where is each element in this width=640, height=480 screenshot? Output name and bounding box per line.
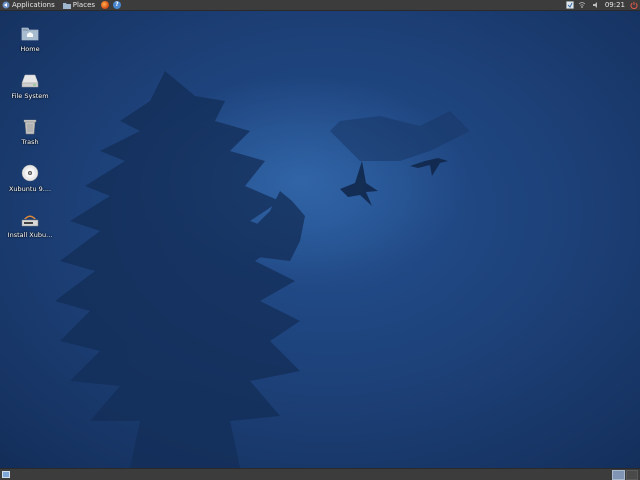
desktop-icon-trash[interactable]: Trash: [0, 117, 60, 146]
desktop-icon-label: Xubuntu 9....: [8, 185, 52, 193]
help-icon[interactable]: ?: [113, 1, 122, 9]
top-panel: Applications Places ? 09:21: [0, 0, 640, 11]
applications-menu-button[interactable]: Applications: [0, 0, 57, 11]
show-desktop-button[interactable]: [2, 471, 10, 478]
workspace-switcher-2[interactable]: [626, 470, 638, 480]
firefox-icon[interactable]: [101, 1, 110, 9]
applications-menu-label: Applications: [12, 1, 55, 9]
network-wireless-icon[interactable]: [578, 1, 586, 9]
wallpaper-tree-silhouette: [55, 71, 470, 468]
bottom-panel: [0, 468, 640, 480]
folder-icon: [62, 2, 71, 9]
desktop-icon-label: Trash: [21, 138, 39, 146]
trash-icon: [21, 117, 39, 135]
places-menu-button[interactable]: Places: [57, 0, 97, 11]
cd-icon: [21, 164, 39, 182]
installer-icon: [21, 210, 39, 228]
system-tray: 09:21: [564, 0, 640, 11]
power-icon[interactable]: [630, 1, 638, 9]
volume-icon[interactable]: [592, 1, 600, 9]
places-menu-label: Places: [72, 1, 96, 9]
folder-home-icon: [21, 24, 39, 42]
desktop-icon-label: Install Xubu...: [7, 231, 53, 239]
desktop-background[interactable]: Home File System Trash Xubuntu 9.... Ins…: [0, 11, 640, 468]
clock[interactable]: 09:21: [605, 1, 625, 9]
desktop-icon-label: Home: [20, 45, 40, 53]
update-notifier-icon[interactable]: [566, 1, 574, 9]
desktop-icon-label: File System: [11, 92, 49, 100]
desktop-icon-file-system[interactable]: File System: [0, 71, 60, 100]
desktop-icon-xubuntu-disc[interactable]: Xubuntu 9....: [0, 164, 60, 193]
desktop-icon-home[interactable]: Home: [0, 24, 60, 53]
xfce-logo-icon: [2, 1, 10, 9]
drive-icon: [21, 71, 39, 89]
desktop-icon-install-xubuntu[interactable]: Install Xubu...: [0, 210, 60, 239]
workspace-switcher-1[interactable]: [612, 470, 625, 480]
